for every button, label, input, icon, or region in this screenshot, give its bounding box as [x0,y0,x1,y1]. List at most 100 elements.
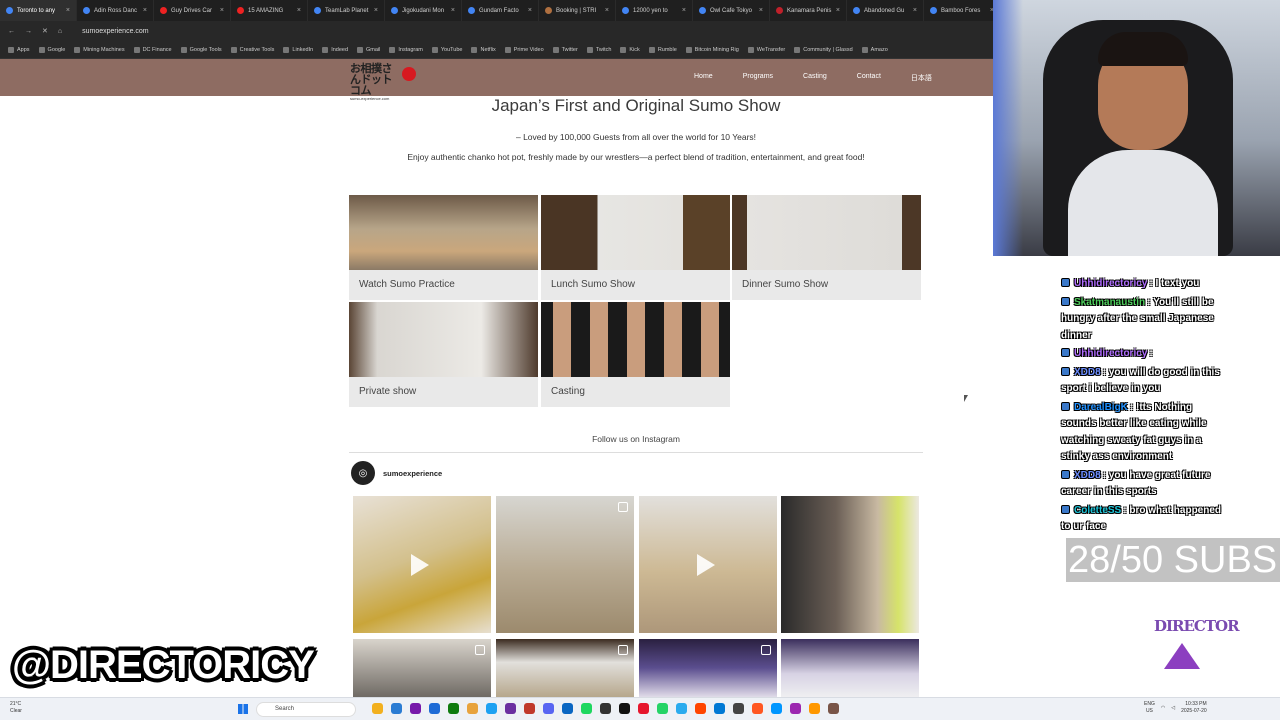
bookmark-item[interactable]: Prime Video [504,46,544,53]
taskbar-app-icon[interactable] [410,703,421,714]
instagram-post[interactable] [353,496,491,633]
taskbar-app-icon[interactable] [695,703,706,714]
taskbar-app-icon[interactable] [809,703,820,714]
taskbar-app-icon[interactable] [391,703,402,714]
taskbar-app-icon[interactable] [657,703,668,714]
bookmark-item[interactable]: Indeed [322,46,348,53]
browser-tab[interactable]: Booking | STRI × [539,0,616,21]
instagram-post[interactable] [639,639,777,697]
taskbar-app-icon[interactable] [600,703,611,714]
close-tab-icon[interactable]: × [605,7,609,14]
back-icon[interactable]: ← [8,28,15,35]
bookmark-item[interactable]: Apps [8,46,30,53]
nav-home[interactable]: Home [694,73,713,83]
bookmark-item[interactable]: Kick [620,46,640,53]
program-tile-casting[interactable]: Casting [541,302,730,407]
close-tab-icon[interactable]: × [220,7,224,14]
taskbar-app-icon[interactable] [467,703,478,714]
bookmark-item[interactable]: Gmail [357,46,380,53]
instagram-post[interactable] [639,496,777,633]
nav-japanese[interactable]: 日本語 [911,73,932,83]
close-tab-icon[interactable]: × [913,7,917,14]
bookmark-item[interactable]: Netflix [471,46,496,53]
taskbar-app-icon[interactable] [524,703,535,714]
bookmark-item[interactable]: LinkedIn [283,46,313,53]
nav-contact[interactable]: Contact [857,73,881,83]
taskbar-app-icon[interactable] [372,703,383,714]
browser-tab[interactable]: Kanamara Penis × [770,0,847,21]
taskbar-search[interactable]: Search [256,702,356,717]
nav-programs[interactable]: Programs [743,73,773,83]
windows-start-icon[interactable] [238,704,248,714]
bookmark-item[interactable]: Google Tools [180,46,222,53]
stop-icon[interactable]: ✕ [42,27,48,35]
program-tile-lunch-show[interactable]: Lunch Sumo Show [541,195,730,300]
instagram-post[interactable] [781,496,919,633]
taskbar-app-icon[interactable] [505,703,516,714]
browser-tab[interactable]: 12000 yen to × [616,0,693,21]
bookmark-item[interactable]: Google [38,46,65,53]
taskbar-app-icon[interactable] [676,703,687,714]
close-tab-icon[interactable]: × [836,7,840,14]
bookmark-item[interactable]: Twitch [586,46,611,53]
bookmark-item[interactable]: YouTube [431,46,462,53]
taskbar-app-icon[interactable] [771,703,782,714]
instagram-post[interactable] [353,639,491,697]
close-tab-icon[interactable]: × [528,7,532,14]
taskbar-app-icon[interactable] [714,703,725,714]
url-field[interactable]: sumoexperience.com [82,28,149,35]
taskbar-app-icon[interactable] [733,703,744,714]
bookmark-item[interactable]: Twitter [552,46,578,53]
browser-tab[interactable]: Bamboo Fores× [924,0,993,21]
close-tab-icon[interactable]: × [759,7,763,14]
browser-tab[interactable]: Jigokudani Mon × [385,0,462,21]
instagram-post[interactable] [496,639,634,697]
taskbar-app-icon[interactable] [638,703,649,714]
browser-tab[interactable]: 15 AMAZING × [231,0,308,21]
taskbar-app-icon[interactable] [828,703,839,714]
taskbar-app-icon[interactable] [429,703,440,714]
bookmark-item[interactable]: Bitcoin Mining Rig [685,46,739,53]
close-tab-icon[interactable]: × [143,7,147,14]
taskbar-app-icon[interactable] [581,703,592,714]
forward-icon[interactable]: → [25,28,32,35]
browser-tab[interactable]: Owl Cafe Tokyo × [693,0,770,21]
home-icon[interactable]: ⌂ [58,28,62,35]
bookmark-item[interactable]: Instagram [389,46,423,53]
nav-casting[interactable]: Casting [803,73,827,83]
program-tile-private-show[interactable]: Private show [349,302,538,407]
bookmark-item[interactable]: Creative Tools [230,46,274,53]
bookmark-item[interactable]: WeTransfer [747,46,785,53]
bookmark-item[interactable]: DC Finance [133,46,172,53]
taskbar-app-icon[interactable] [562,703,573,714]
language-indicator[interactable]: ENG [1144,701,1155,708]
volume-icon[interactable]: ◁ [1171,705,1175,712]
program-tile-dinner-show[interactable]: Dinner Sumo Show [732,195,921,300]
taskbar-app-icon[interactable] [752,703,763,714]
taskbar-app-icon[interactable] [543,703,554,714]
browser-tab[interactable]: Abandoned Gu × [847,0,924,21]
close-tab-icon[interactable]: × [682,7,686,14]
wifi-icon[interactable]: ◠ [1161,705,1165,712]
taskbar-app-icon[interactable] [448,703,459,714]
browser-tab[interactable]: TeamLab Planet × [308,0,385,21]
taskbar-app-icon[interactable] [486,703,497,714]
clock[interactable]: 10:33 PM 2025-07-20 [1181,701,1207,715]
instagram-post[interactable] [781,639,919,697]
close-tab-icon[interactable]: × [297,7,301,14]
site-logo[interactable]: お相撲さんドットコム sumo-experience.com [350,63,418,101]
browser-tab[interactable]: Gundam Facto × [462,0,539,21]
program-tile-watch-practice[interactable]: Watch Sumo Practice [349,195,538,300]
instagram-profile[interactable]: ◎ sumoexperience [351,461,442,485]
taskbar-app-icon[interactable] [619,703,630,714]
bookmark-item[interactable]: Amazo [861,46,888,53]
browser-tab[interactable]: Toronto to any × [0,0,77,21]
bookmark-item[interactable]: Rumble [648,46,677,53]
close-tab-icon[interactable]: × [66,7,70,14]
close-tab-icon[interactable]: × [374,7,378,14]
bookmark-item[interactable]: Mining Machines [74,46,125,53]
browser-tab[interactable]: Adin Ross Danc × [77,0,154,21]
taskbar-app-icon[interactable] [790,703,801,714]
bookmark-item[interactable]: Community | Glassd [794,46,853,53]
weather-widget[interactable]: 21°C Clear [10,701,22,715]
